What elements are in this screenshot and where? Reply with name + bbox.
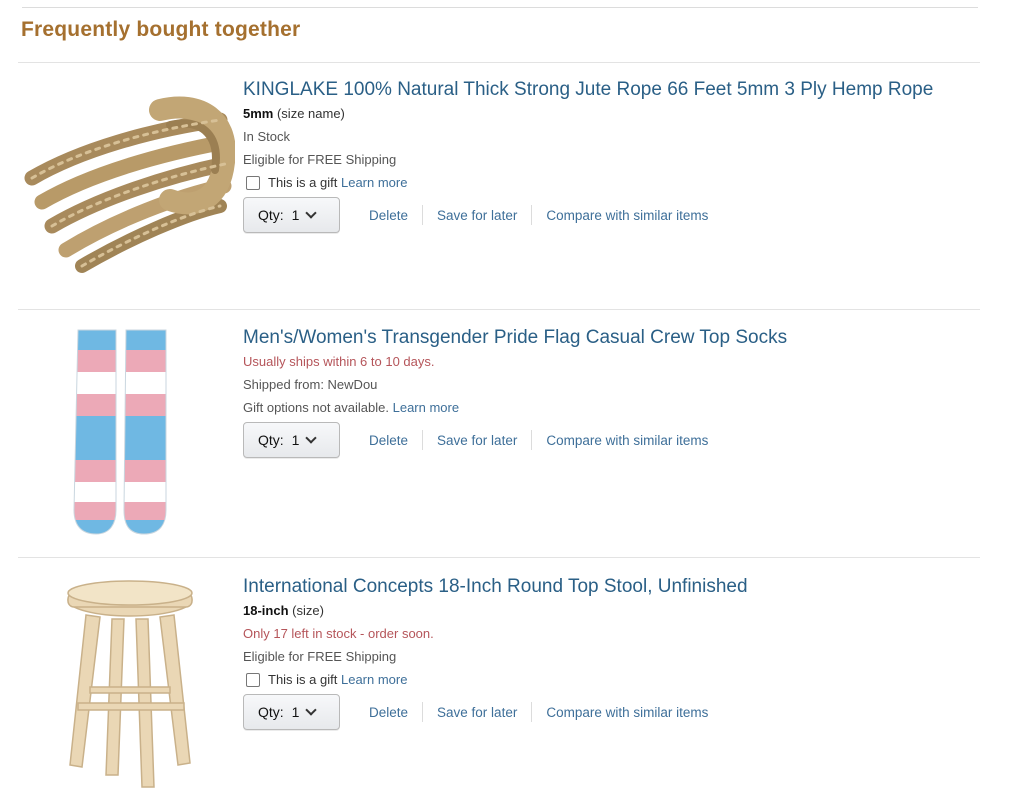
chevron-down-icon <box>305 703 318 716</box>
item-details: KINGLAKE 100% Natural Thick Strong Jute … <box>243 78 1003 233</box>
qty-label: Qty: <box>258 207 284 223</box>
qty-value: 1 <box>291 432 300 448</box>
variant-label: (size name) <box>273 106 345 121</box>
gift-checkbox[interactable] <box>246 175 260 190</box>
product-title-link[interactable]: KINGLAKE 100% Natural Thick Strong Jute … <box>243 78 1003 102</box>
compare-similar-link[interactable]: Compare with similar items <box>532 705 722 720</box>
variant-line: 18-inch (size) <box>243 599 1003 622</box>
gift-label: This is a gift <box>268 672 338 687</box>
gift-label: This is a gift <box>268 175 338 190</box>
chevron-down-icon <box>305 206 318 219</box>
item-divider <box>18 309 980 310</box>
stock-status: Only 17 left in stock - order soon. <box>243 626 434 641</box>
variant-line: 5mm (size name) <box>243 102 1003 125</box>
save-for-later-link[interactable]: Save for later <box>423 705 531 720</box>
product-image-stool[interactable] <box>60 575 200 802</box>
qty-value: 1 <box>291 704 300 720</box>
product-image-rope[interactable] <box>20 90 236 280</box>
socks-icon <box>73 329 167 535</box>
gift-learn-more-link[interactable]: Learn more <box>341 672 407 687</box>
gift-options-row: Gift options not available. Learn more <box>243 396 1003 419</box>
quantity-dropdown[interactable]: Qty: 1 <box>243 422 340 458</box>
stool-icon <box>67 580 193 788</box>
section-title: Frequently bought together <box>21 18 301 41</box>
product-image-socks[interactable] <box>68 326 178 546</box>
qty-label: Qty: <box>258 704 284 720</box>
shipping-eligibility: Eligible for FREE Shipping <box>243 649 397 664</box>
variant-value: 18-inch <box>243 603 289 618</box>
stock-status: In Stock <box>243 129 290 144</box>
compare-similar-link[interactable]: Compare with similar items <box>532 433 722 448</box>
variant-value: 5mm <box>243 106 274 121</box>
gift-row: This is a gift Learn more <box>243 668 1003 691</box>
gift-learn-more-link[interactable]: Learn more <box>393 400 459 415</box>
item-actions: Qty: 1 Delete Save for later Compare wit… <box>243 694 1003 730</box>
item-details: Men's/Women's Transgender Pride Flag Cas… <box>243 326 1003 458</box>
item-divider <box>18 557 980 558</box>
save-for-later-link[interactable]: Save for later <box>423 433 531 448</box>
delete-link[interactable]: Delete <box>340 433 422 448</box>
gift-row: This is a gift Learn more <box>243 171 1003 194</box>
compare-similar-link[interactable]: Compare with similar items <box>532 208 722 223</box>
qty-label: Qty: <box>258 432 284 448</box>
item-actions: Qty: 1 Delete Save for later Compare wit… <box>243 197 1003 233</box>
gift-checkbox[interactable] <box>246 672 260 687</box>
chevron-down-icon <box>305 431 318 444</box>
product-title-link[interactable]: International Concepts 18-Inch Round Top… <box>243 575 1003 599</box>
quantity-dropdown[interactable]: Qty: 1 <box>243 694 340 730</box>
section-divider <box>18 62 980 63</box>
shipped-from: Shipped from: NewDou <box>243 377 378 392</box>
delete-link[interactable]: Delete <box>340 705 422 720</box>
rope-icon <box>24 96 236 273</box>
gift-learn-more-link[interactable]: Learn more <box>341 175 407 190</box>
quantity-dropdown[interactable]: Qty: 1 <box>243 197 340 233</box>
item-details: International Concepts 18-Inch Round Top… <box>243 575 1003 730</box>
shipping-eligibility: Eligible for FREE Shipping <box>243 152 397 167</box>
variant-label: (size) <box>288 603 324 618</box>
delete-link[interactable]: Delete <box>340 208 422 223</box>
item-actions: Qty: 1 Delete Save for later Compare wit… <box>243 422 1003 458</box>
top-divider <box>22 7 978 8</box>
gift-options-text: Gift options not available. <box>243 400 389 415</box>
product-title-link[interactable]: Men's/Women's Transgender Pride Flag Cas… <box>243 326 1003 350</box>
save-for-later-link[interactable]: Save for later <box>423 208 531 223</box>
qty-value: 1 <box>291 207 300 223</box>
shipping-time: Usually ships within 6 to 10 days. <box>243 354 435 369</box>
